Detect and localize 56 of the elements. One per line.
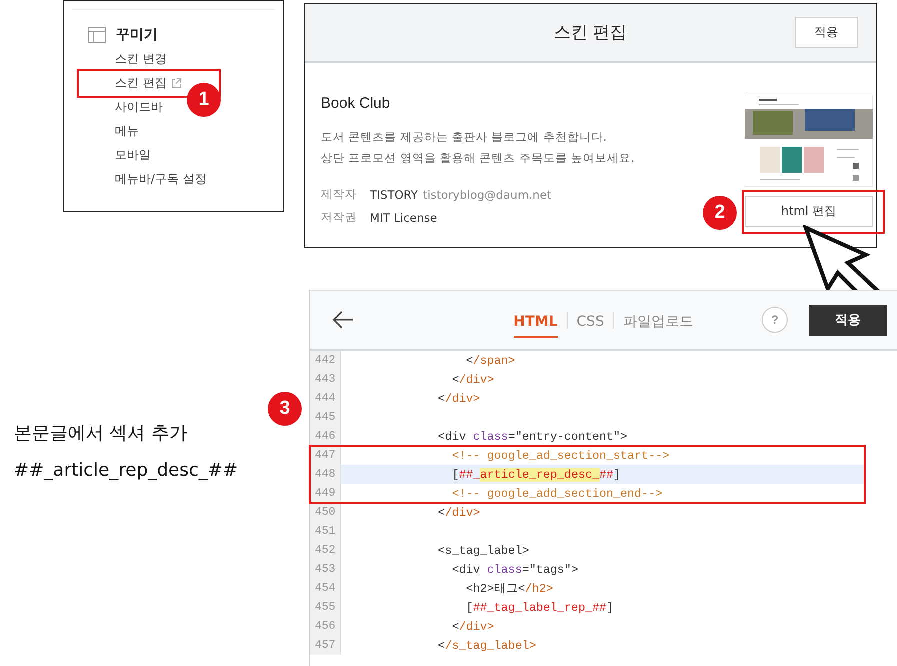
html-edit-button[interactable]: html 편집: [745, 196, 873, 227]
line-number: 446: [310, 427, 341, 446]
line-number: 451: [310, 522, 341, 541]
line-number: 453: [310, 560, 341, 579]
caption-text: ##_article_rep_desc_##: [14, 459, 238, 483]
code-line: <h2>태그</h2>: [465, 581, 554, 596]
skin-name: Book Club: [321, 95, 392, 112]
meta-label: 저작권: [321, 210, 358, 225]
apply-button[interactable]: 적용: [795, 17, 858, 48]
meta-value: TISTORY: [370, 188, 418, 202]
back-arrow-icon[interactable]: [332, 311, 354, 329]
code-line: </div>: [437, 506, 480, 520]
menu-item[interactable]: 스킨 편집: [115, 74, 167, 92]
line-number: 445: [310, 408, 341, 427]
menu-title: 꾸미기: [116, 26, 158, 44]
line-number: 450: [310, 503, 341, 522]
step-number-badge: 2: [703, 196, 737, 230]
code-line: </span>: [465, 354, 516, 368]
code-line: <div class="entry-content">: [437, 430, 628, 444]
meta-label: 제작자: [321, 187, 358, 202]
line-number: 447: [310, 446, 341, 465]
code-line: <s_tag_label>: [437, 544, 530, 558]
code-line: </div>: [437, 392, 480, 406]
code-line: </s_tag_label>: [437, 638, 536, 652]
line-number: 444: [310, 389, 341, 408]
dialog-title: 스킨 편집: [554, 22, 628, 44]
line-number: 442: [310, 351, 341, 370]
code-line: [##_tag_label_rep_##]: [465, 600, 614, 614]
line-number: 457: [310, 636, 341, 655]
menu-item[interactable]: 모바일: [115, 146, 151, 164]
skin-description: 상단 프로모션 영역을 활용해 콘텐츠 주목도를 높여보세요.: [321, 150, 635, 167]
menu-item[interactable]: 메뉴바/구독 설정: [115, 170, 207, 188]
code-line: <!-- google_add_section_end-->: [451, 486, 663, 500]
line-number: 448: [310, 465, 341, 484]
menu-item[interactable]: 스킨 변경: [115, 50, 167, 68]
layout-icon: [88, 27, 106, 43]
code-line: <!-- google_ad_section_start-->: [451, 448, 670, 462]
menu-item[interactable]: 사이드바: [115, 98, 163, 116]
line-number: 443: [310, 370, 341, 389]
code-line: </div>: [451, 372, 494, 386]
editor-tab[interactable]: HTML: [514, 306, 558, 338]
code-line: <div class="tags">: [451, 562, 578, 576]
line-number: 454: [310, 579, 341, 598]
step-number-badge: 1: [187, 83, 221, 117]
line-number: 452: [310, 541, 341, 560]
line-number: 455: [310, 598, 341, 617]
skin-description: 도서 콘텐츠를 제공하는 출판사 블로그에 추천합니다.: [321, 129, 608, 146]
code-line: </div>: [451, 620, 494, 634]
author-email: tistoryblog@daum.net: [423, 188, 552, 202]
apply-button[interactable]: 적용: [809, 304, 887, 336]
meta-value: MIT License: [370, 210, 438, 224]
line-number: 456: [310, 617, 341, 636]
line-number: 449: [310, 484, 341, 503]
caption-text: 본문글에서 섹셔 추가: [14, 422, 188, 446]
menu-item[interactable]: 메뉴: [115, 122, 139, 140]
step-number-badge: 3: [268, 392, 302, 426]
